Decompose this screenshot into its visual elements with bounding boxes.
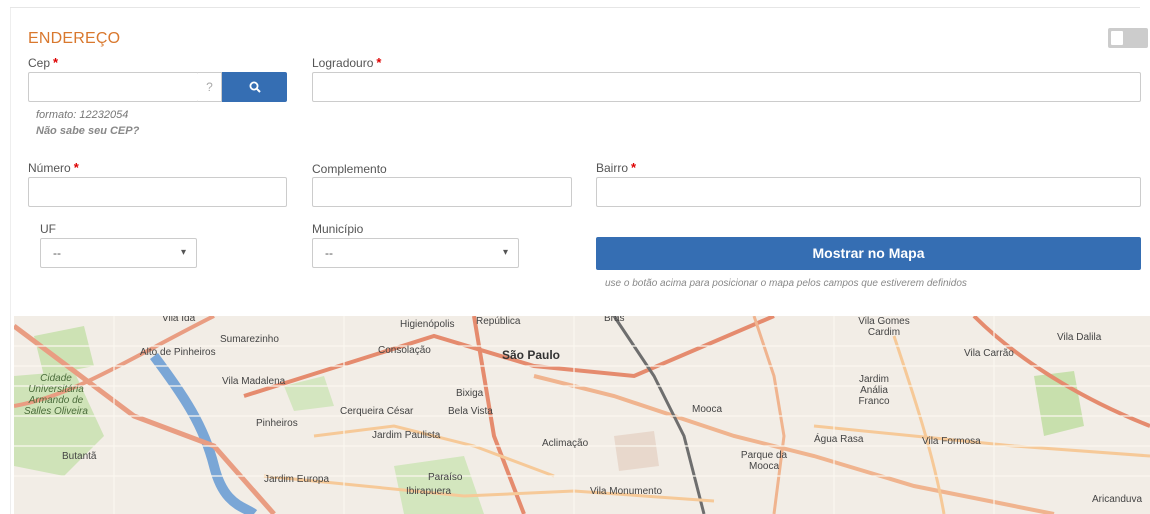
numero-label: Número * xyxy=(28,160,79,175)
map-place-label: Vila Formosa xyxy=(922,436,981,447)
map-place-label: Brás xyxy=(604,316,625,324)
map-place-label: Vila Dalila xyxy=(1057,332,1102,343)
map-place-label: Vila Carrão xyxy=(964,348,1014,359)
map-place-label: Bela Vista xyxy=(448,406,493,417)
section-toggle[interactable] xyxy=(1108,28,1148,48)
map-place-label: Aricanduva xyxy=(1092,494,1143,505)
required-marker: * xyxy=(631,160,637,175)
map-place-label: Ibirapuera xyxy=(406,486,452,497)
complemento-label: Complemento xyxy=(312,162,387,176)
cep-input[interactable] xyxy=(28,72,199,102)
map-place-label: Água Rasa xyxy=(814,434,864,445)
map-place-label: Vila Madalena xyxy=(222,376,286,387)
map-place-label: Sumarezinho xyxy=(220,334,279,345)
left-border xyxy=(10,8,11,514)
municipio-label: Município xyxy=(312,222,364,236)
municipio-select[interactable]: -- ▾ xyxy=(312,238,519,268)
numero-input[interactable] xyxy=(28,177,287,207)
map-place-label: Cidade Universitária Armando de Salles O… xyxy=(24,373,88,417)
chevron-down-icon: ▾ xyxy=(502,247,508,258)
map-place-label: Jardim Europa xyxy=(264,474,330,485)
bairro-input[interactable] xyxy=(596,177,1141,207)
uf-label: UF xyxy=(40,222,56,236)
cep-label: Cep * xyxy=(28,55,59,70)
cep-format-hint: formato: 12232054 xyxy=(36,109,129,121)
map-button-help: use o botão acima para posicionar o mapa… xyxy=(605,278,967,289)
map-place-label: Pinheiros xyxy=(256,418,298,429)
map-place-label: Mooca xyxy=(692,404,723,415)
logradouro-label: Logradouro * xyxy=(312,55,382,70)
map-place-label: Higienópolis xyxy=(400,319,455,330)
map-place-label: Bixiga xyxy=(456,388,484,399)
map-place-label: Aclimação xyxy=(542,438,589,449)
map-place-label: Butantã xyxy=(62,451,97,462)
search-icon xyxy=(249,81,261,93)
map-place-label: Vila Monumento xyxy=(590,486,663,497)
complemento-input[interactable] xyxy=(312,177,572,207)
map-place-label: Vila Ida xyxy=(162,316,196,324)
map-background xyxy=(14,316,1150,514)
map-place-label: Parque da Mooca xyxy=(740,450,788,472)
required-marker: * xyxy=(53,55,59,70)
uf-select[interactable]: -- ▾ xyxy=(40,238,197,268)
map-place-label: Jardim Paulista xyxy=(372,430,441,441)
map-place-label: Vila Gomes Cardim xyxy=(858,316,910,338)
toggle-knob xyxy=(1111,31,1123,45)
logradouro-input[interactable] xyxy=(312,72,1141,102)
chevron-down-icon: ▾ xyxy=(180,247,186,258)
map-place-label: Alto de Pinheiros xyxy=(140,347,216,358)
cep-help-button[interactable]: ? xyxy=(198,72,222,102)
cep-search-button[interactable] xyxy=(222,72,287,102)
show-on-map-button[interactable]: Mostrar no Mapa xyxy=(596,237,1141,270)
map-view[interactable]: Vila Ida Sumarezinho Alto de Pinheiros H… xyxy=(14,316,1150,514)
unknown-cep-link[interactable]: Não sabe seu CEP? xyxy=(36,125,139,137)
map-place-label: Jardim Anália Franco xyxy=(858,374,890,407)
map-place-label: República xyxy=(476,316,521,327)
map-place-label: Consolação xyxy=(378,345,431,356)
section-title: ENDEREÇO xyxy=(28,30,121,47)
map-place-label: São Paulo xyxy=(502,348,561,362)
top-divider xyxy=(10,7,1140,8)
required-marker: * xyxy=(73,160,79,175)
bairro-label: Bairro * xyxy=(596,160,637,175)
required-marker: * xyxy=(376,55,382,70)
map-place-label: Paraíso xyxy=(428,472,463,483)
map-place-label: Cerqueira César xyxy=(340,406,414,417)
